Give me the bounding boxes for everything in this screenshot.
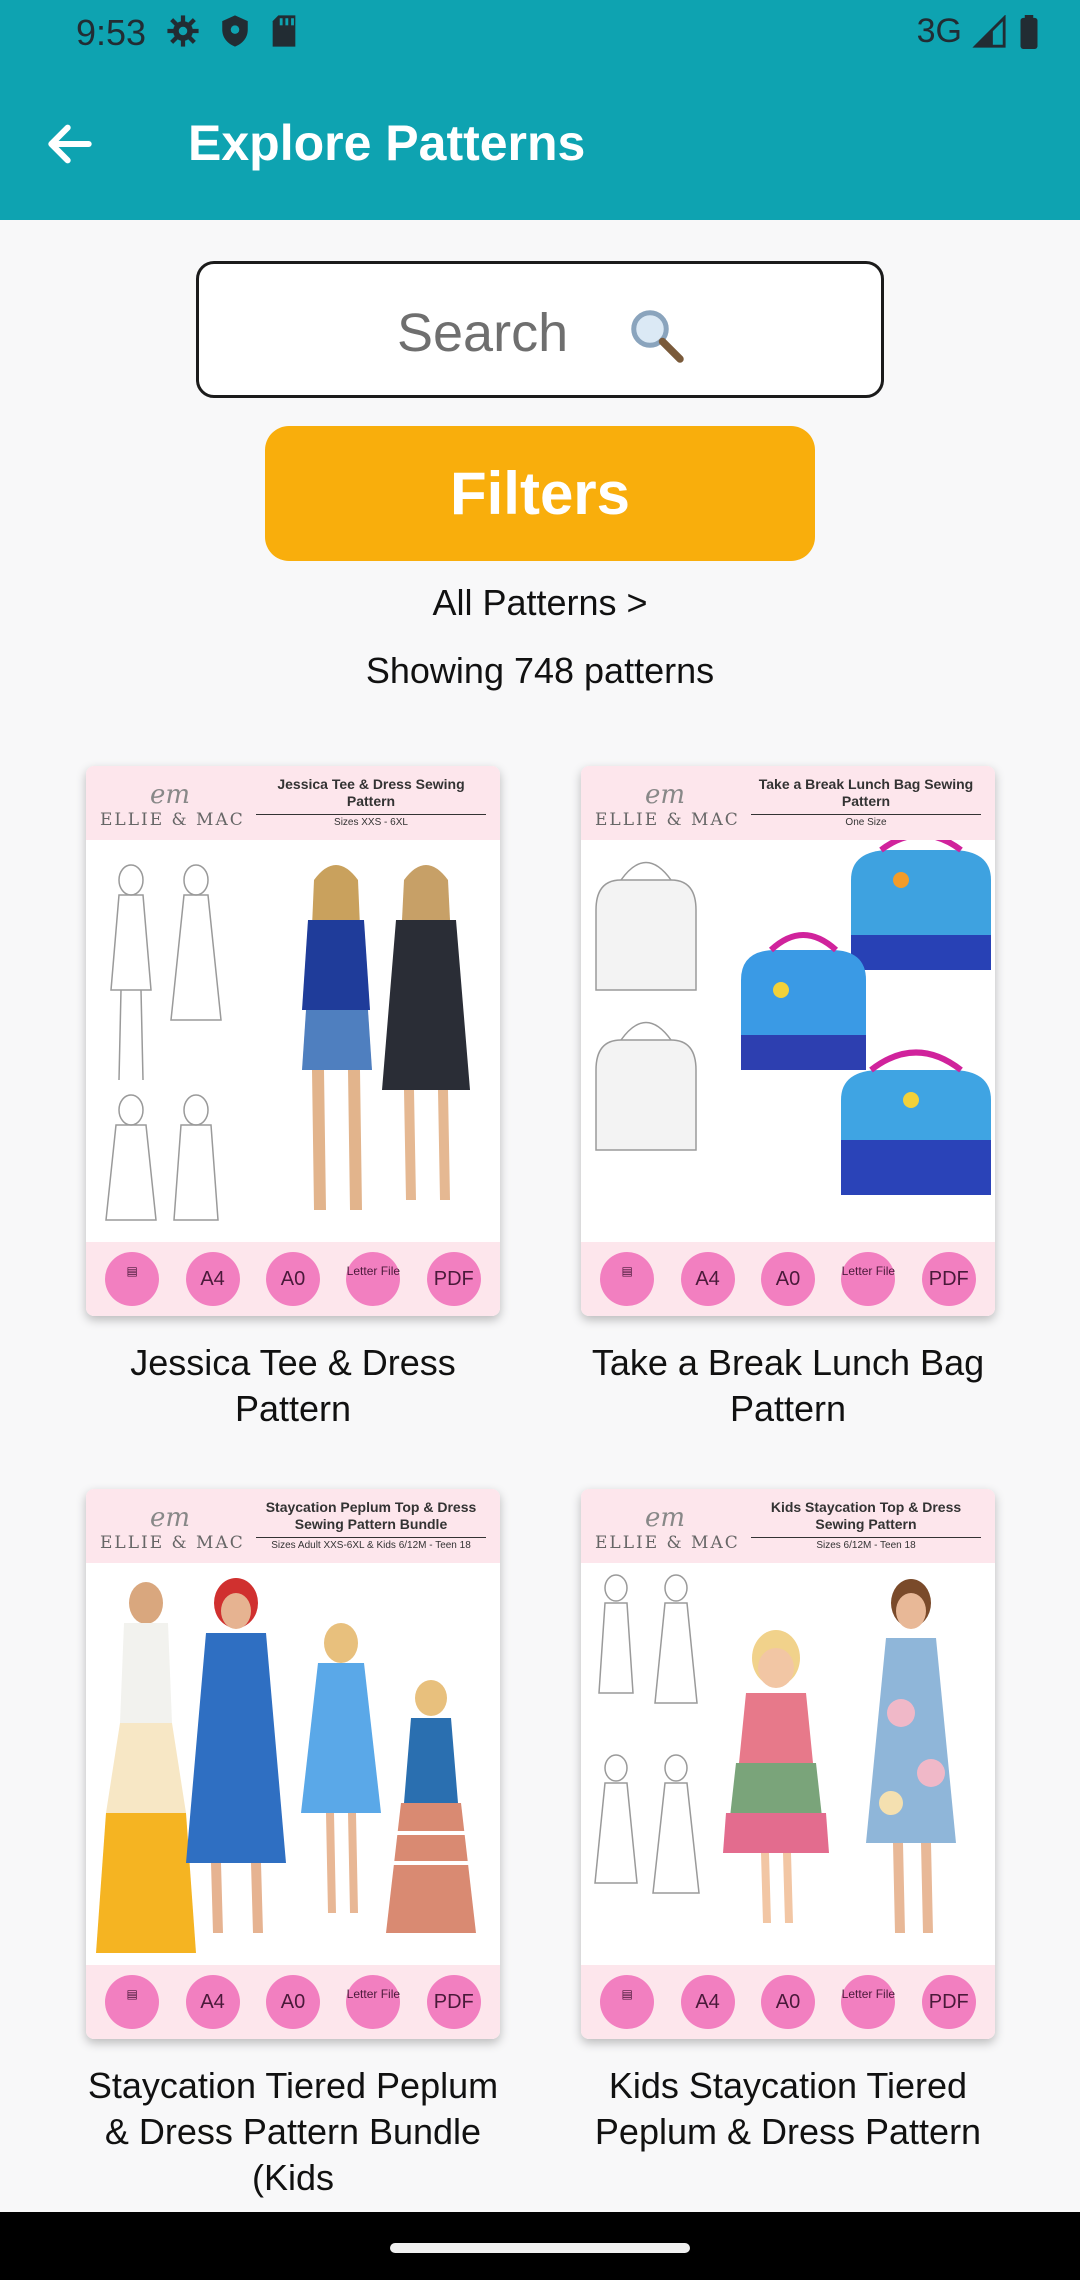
projector-file-badge: ▤ xyxy=(105,1975,160,2029)
pattern-card[interactable]: em ELLIE & MAC Kids Staycation Top & Dres… xyxy=(581,1489,995,2039)
cover-sizes: Sizes Adult XXS-6XL & Kids 6/12M - Teen … xyxy=(256,1537,486,1551)
a4-badge: A4 xyxy=(185,1252,240,1306)
shield-icon xyxy=(222,15,248,47)
format-badges: ▤ A4 A0 Letter File PDF xyxy=(581,1242,995,1316)
pattern-cover-image xyxy=(581,840,995,1242)
letter-file-badge: Letter File xyxy=(346,1975,401,2029)
pattern-card[interactable]: em ELLIE & MAC Staycation Peplum Top & Dr… xyxy=(86,1489,500,2039)
a4-badge: A4 xyxy=(680,1252,735,1306)
search-icon xyxy=(631,310,684,363)
search-placeholder: Search xyxy=(397,303,569,363)
a0-badge: A0 xyxy=(265,1975,320,2029)
settings-icon xyxy=(167,15,199,47)
projector-file-badge: ▤ xyxy=(600,1252,655,1306)
pattern-card[interactable]: em ELLIE & MAC Take a Break Lunch Bag Sew… xyxy=(581,766,995,1316)
status-system-icons: 3G xyxy=(917,12,1040,51)
cover-sizes: One Size xyxy=(751,814,981,828)
cover-title: Kids Staycation Top & Dress Sewing Patte… xyxy=(770,1499,962,1532)
format-badges: ▤ A4 A0 Letter File PDF xyxy=(581,1965,995,2039)
pdf-badge: PDF xyxy=(921,1975,976,2029)
a4-badge: A4 xyxy=(680,1975,735,2029)
app-bar: Explore Patterns xyxy=(0,68,1080,220)
a0-badge: A0 xyxy=(265,1252,320,1306)
pdf-badge: PDF xyxy=(921,1252,976,1306)
brand-logo: em ELLIE & MAC xyxy=(100,780,245,830)
pattern-card[interactable]: em ELLIE & MAC Jessica Tee & Dress Sewing… xyxy=(86,766,500,1316)
pattern-title[interactable]: Jessica Tee & Dress Pattern xyxy=(73,1340,513,1432)
status-bar: 9:53 3G xyxy=(0,0,1080,68)
sd-card-icon xyxy=(272,15,296,47)
a0-badge: A0 xyxy=(760,1975,815,2029)
cover-title: Staycation Peplum Top & Dress Sewing Pat… xyxy=(265,1499,477,1532)
cover-title: Jessica Tee & Dress Sewing Pattern xyxy=(277,776,465,809)
projector-file-badge: ▤ xyxy=(105,1252,160,1306)
a4-badge: A4 xyxy=(185,1975,240,2029)
brand-logo: em ELLIE & MAC xyxy=(595,1503,740,1553)
cover-header: em ELLIE & MAC Staycation Peplum Top & Dr… xyxy=(86,1489,500,1563)
battery-icon xyxy=(1020,14,1038,49)
projector-file-badge: ▤ xyxy=(600,1975,655,2029)
cover-header: em ELLIE & MAC Take a Break Lunch Bag Sew… xyxy=(581,766,995,840)
pdf-badge: PDF xyxy=(426,1975,481,2029)
result-count: Showing 748 patterns xyxy=(365,650,715,691)
pattern-cover-image xyxy=(86,840,500,1242)
format-badges: ▤ A4 A0 Letter File PDF xyxy=(86,1242,500,1316)
brand-logo: em ELLIE & MAC xyxy=(595,780,740,830)
letter-file-badge: Letter File xyxy=(346,1252,401,1306)
pattern-title[interactable]: Staycation Tiered Peplum & Dress Pattern… xyxy=(73,2063,513,2201)
search-input[interactable]: Search xyxy=(196,261,884,398)
status-time: 9:53 xyxy=(76,12,147,53)
brand-logo: em ELLIE & MAC xyxy=(100,1503,245,1553)
system-nav-bar xyxy=(0,2212,1080,2280)
filters-button[interactable]: Filters xyxy=(265,426,815,561)
letter-file-badge: Letter File xyxy=(841,1252,896,1306)
status-notification-icons xyxy=(166,14,298,48)
a0-badge: A0 xyxy=(760,1252,815,1306)
back-arrow-icon[interactable] xyxy=(42,116,98,172)
network-type: 3G xyxy=(916,12,962,50)
signal-icon xyxy=(972,14,1006,48)
cover-header: em ELLIE & MAC Jessica Tee & Dress Sewing… xyxy=(86,766,500,840)
page-title: Explore Patterns xyxy=(188,115,586,171)
cover-sizes: Sizes 6/12M - Teen 18 xyxy=(751,1537,981,1551)
format-badges: ▤ A4 A0 Letter File PDF xyxy=(86,1965,500,2039)
cover-title: Take a Break Lunch Bag Sewing Pattern xyxy=(758,776,974,809)
pattern-cover-image xyxy=(86,1563,500,1965)
home-gesture-handle[interactable] xyxy=(390,2243,690,2253)
cover-header: em ELLIE & MAC Kids Staycation Top & Dres… xyxy=(581,1489,995,1563)
letter-file-badge: Letter File xyxy=(841,1975,896,2029)
pattern-title[interactable]: Take a Break Lunch Bag Pattern xyxy=(568,1340,1008,1432)
pdf-badge: PDF xyxy=(426,1252,481,1306)
cover-sizes: Sizes XXS - 6XL xyxy=(256,814,486,828)
pattern-title[interactable]: Kids Staycation Tiered Peplum & Dress Pa… xyxy=(568,2063,1008,2155)
pattern-cover-image xyxy=(581,1563,995,1965)
breadcrumb[interactable]: All Patterns > xyxy=(0,582,1080,624)
